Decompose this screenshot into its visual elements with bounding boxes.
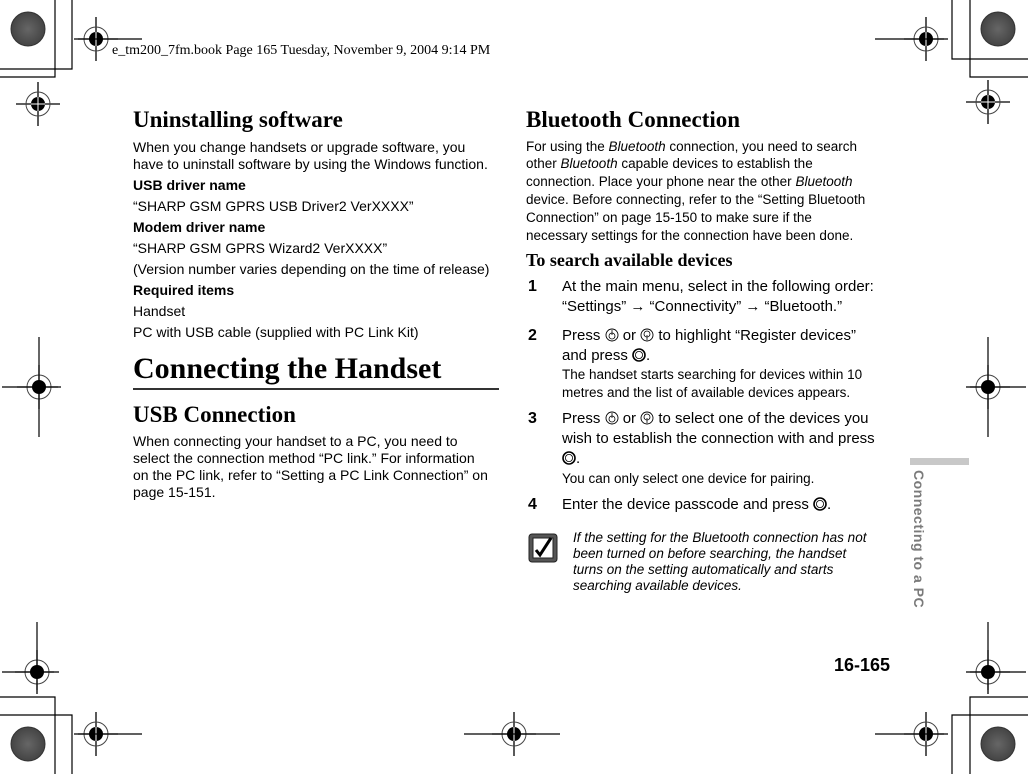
required-item: Handset (133, 303, 186, 319)
note-line-2: been turned on before searching, the han… (573, 546, 847, 561)
text: . (646, 347, 651, 364)
required-items-label: Required items (133, 282, 235, 298)
usb-connection-text-4: page 15-151. (133, 484, 216, 500)
bluetooth-em: Bluetooth (795, 174, 853, 189)
text: other (526, 156, 561, 171)
page-number: 16-165 (834, 655, 891, 675)
usb-driver-label: USB driver name (133, 177, 246, 193)
note-line-1: If the setting for the Bluetooth connect… (573, 530, 867, 545)
step-number: 4 (528, 496, 537, 513)
usb-driver-value: “SHARP GSM GPRS USB Driver2 VerXXXX” (133, 198, 414, 214)
step-2-sub-1: The handset starts searching for devices… (562, 367, 863, 382)
text: to select one of the devices you (658, 410, 869, 427)
step-2-line-2: and press . (562, 346, 650, 367)
registration-mark-icon (15, 81, 61, 127)
bluetooth-text-5: Connection” on page 15-150 to make sure … (526, 210, 812, 225)
uninstall-intro-1: When you change handsets or upgrade soft… (133, 139, 466, 155)
crop-mark-bottom-right (951, 696, 1028, 774)
step-3-sub-1: You can only select one device for pairi… (562, 471, 815, 486)
step-2-line-1: Press or to highlight “Register devices” (562, 326, 856, 347)
text: and press (562, 347, 628, 364)
modem-driver-label: Modem driver name (133, 219, 266, 235)
registration-mark-icon (965, 79, 1011, 125)
step-3-line-3: . (562, 449, 580, 470)
crop-mark-bottom-left (0, 696, 73, 774)
text: to highlight “Register devices” (658, 327, 856, 344)
text: or (622, 327, 637, 344)
step-number: 1 (528, 278, 537, 295)
text: capable devices to establish the (617, 156, 813, 171)
text: or (622, 410, 637, 427)
center-key-icon (813, 497, 827, 511)
step-1-line-2: “Settings” → “Connectivity” → “Bluetooth… (562, 298, 843, 315)
nav-key-up-icon (605, 328, 618, 342)
modem-driver-value: “SHARP GSM GPRS Wizard2 VerXXXX” (133, 240, 388, 256)
step-number: 2 (528, 327, 537, 344)
text: connection. Place your phone near the ot… (526, 174, 796, 189)
print-header: e_tm200_7fm.book Page 165 Tuesday, Novem… (112, 43, 491, 58)
step-3-line-1: Press or to select one of the devices yo… (562, 409, 869, 430)
text: Press (562, 410, 601, 427)
section-title: Connecting the Handset (133, 352, 442, 385)
nav-key-up-icon (605, 411, 618, 425)
checkmark-note-icon (528, 533, 558, 563)
crop-mark-top-left (0, 0, 73, 78)
step-2-sub-2: metres and the list of available devices… (562, 385, 851, 400)
nav-key-down-icon (640, 411, 654, 425)
text: connection, you need to search (665, 139, 857, 154)
step-4-line-1: Enter the device passcode and press . (562, 495, 831, 516)
step-number: 3 (528, 410, 537, 427)
step-1-line-1: At the main menu, select in the followin… (562, 278, 874, 295)
section-rule (133, 388, 499, 390)
side-tab-label: Connecting to a PC (911, 470, 927, 609)
crop-mark-top-right (951, 0, 1028, 78)
bluetooth-em: Bluetooth (560, 156, 618, 171)
usb-connection-text-2: select the connection method “PC link.” … (133, 450, 475, 466)
required-item: PC with USB cable (supplied with PC Link… (133, 324, 419, 340)
star-target-icon (10, 11, 46, 47)
bluetooth-text-6: necessary settings for the connection ha… (526, 228, 854, 243)
text: . (827, 496, 832, 513)
star-target-icon (980, 11, 1016, 47)
usb-connection-text-3: on the PC link, refer to “Setting a PC L… (133, 467, 488, 483)
usb-connection-text-1: When connecting your handset to a PC, yo… (133, 433, 458, 449)
center-key-icon (562, 451, 576, 465)
uninstall-heading: Uninstalling software (133, 107, 343, 132)
bluetooth-text-3: connection. Place your phone near the ot… (526, 174, 852, 190)
version-note: (Version number varies depending on the … (133, 261, 490, 277)
nav-key-down-icon (640, 328, 654, 342)
text: Press (562, 327, 601, 344)
usb-connection-heading: USB Connection (133, 402, 296, 427)
note-line-3: turns on the setting automatically and s… (573, 562, 834, 577)
center-key-icon (632, 348, 646, 362)
bluetooth-text-1: For using the Bluetooth connection, you … (526, 139, 857, 155)
step-3-line-2: wish to establish the connection with an… (562, 430, 875, 447)
text: For using the (526, 139, 609, 154)
search-devices-heading: To search available devices (526, 250, 733, 270)
bluetooth-heading: Bluetooth Connection (526, 107, 741, 132)
text: Enter the device passcode and press (562, 496, 809, 513)
bluetooth-em: Bluetooth (608, 139, 666, 154)
star-target-icon (10, 726, 46, 762)
bluetooth-text-4: device. Before connecting, refer to the … (526, 192, 866, 207)
bluetooth-text-2: other Bluetooth capable devices to estab… (526, 156, 813, 172)
side-tab-bar (910, 458, 969, 465)
uninstall-intro-2: have to uninstall software by using the … (133, 156, 488, 172)
star-target-icon (980, 726, 1016, 762)
text: . (576, 450, 581, 467)
note-line-4: searching available devices. (573, 578, 742, 593)
